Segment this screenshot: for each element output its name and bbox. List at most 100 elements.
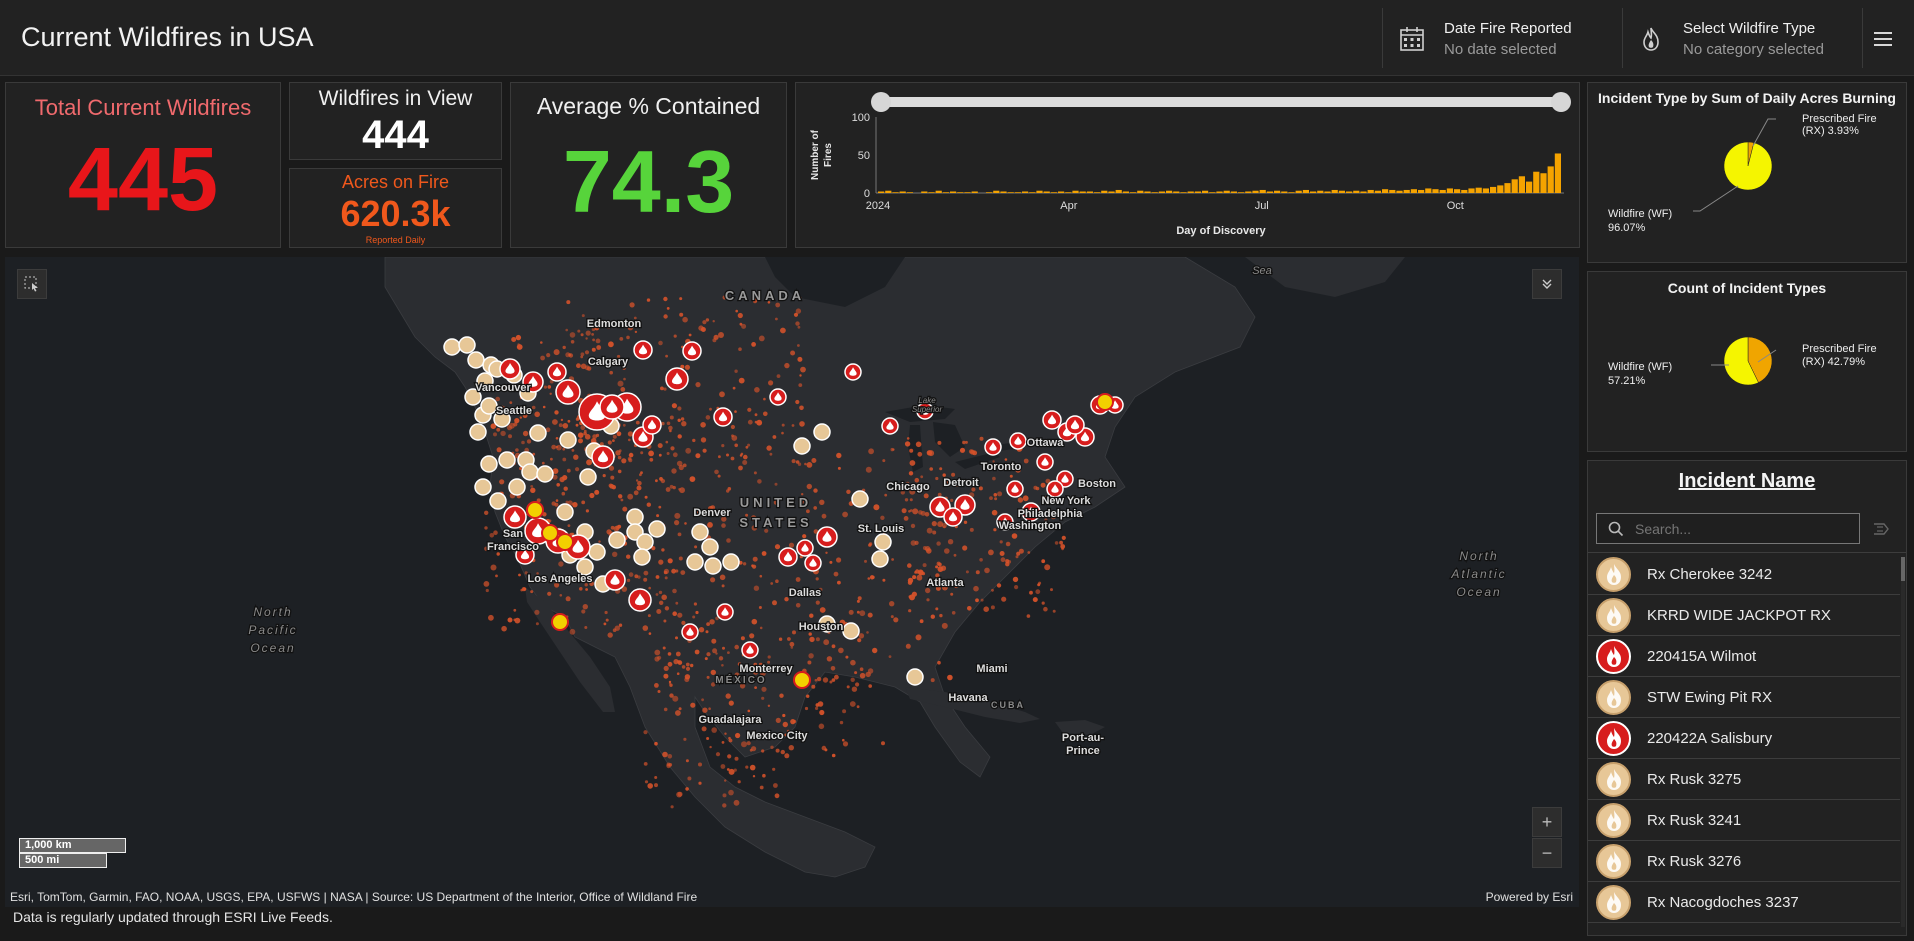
wildfire-marker[interactable]	[741, 641, 759, 659]
timeline-bar[interactable]	[942, 192, 949, 193]
timeline-bar[interactable]	[1490, 186, 1497, 193]
timeline-bar[interactable]	[878, 191, 885, 193]
timeline-bar[interactable]	[1252, 190, 1259, 193]
prescribed-fire-marker[interactable]	[474, 478, 492, 496]
wildfire-marker[interactable]	[628, 588, 652, 612]
incident-search-box[interactable]	[1596, 513, 1860, 544]
incident-list-item[interactable]: 220415A Wilmot	[1588, 636, 1900, 677]
wildfire-marker[interactable]	[1065, 415, 1085, 435]
prescribed-fire-marker[interactable]	[701, 538, 719, 556]
timeline-bar[interactable]	[1497, 185, 1504, 193]
contained-fire-marker[interactable]	[551, 613, 569, 631]
timeline-bar[interactable]	[1151, 192, 1158, 193]
date-filter[interactable]: Date Fire Reported No date selected	[1399, 14, 1614, 62]
timeline-bar[interactable]	[1446, 188, 1453, 193]
timeline-bar[interactable]	[993, 190, 1000, 193]
timeline-bar[interactable]	[1382, 189, 1389, 193]
timeline-bar[interactable]	[1072, 190, 1079, 193]
timeline-bar[interactable]	[1166, 190, 1173, 193]
timeline-bar[interactable]	[950, 191, 957, 193]
timeline-bar[interactable]	[1180, 192, 1187, 193]
wildfire-type-filter[interactable]: Select Wildfire Type No category selecte…	[1638, 14, 1853, 62]
timeline-bar[interactable]	[885, 190, 892, 193]
timeline-bar[interactable]	[1266, 191, 1273, 193]
date-range-slider-start-handle[interactable]	[871, 92, 891, 112]
incident-list-item[interactable]: STW Ewing Pit RX	[1588, 677, 1900, 718]
timeline-bar[interactable]	[1022, 191, 1029, 193]
wildfire-marker[interactable]	[682, 341, 702, 361]
wildfire-marker[interactable]	[633, 340, 653, 360]
prescribed-fire-marker[interactable]	[626, 508, 644, 526]
wildfire-marker[interactable]	[555, 379, 581, 405]
prescribed-fire-marker[interactable]	[636, 533, 654, 551]
timeline-bar[interactable]	[1058, 191, 1065, 193]
incident-list-item[interactable]: 220422A Salisbury	[1588, 718, 1900, 759]
wildfire-marker[interactable]	[1009, 432, 1027, 450]
wildfire-marker[interactable]	[713, 407, 733, 427]
wildfire-map[interactable]: CANADA UNITED STATES MÉXICO CUBA North Pacific…	[5, 257, 1579, 907]
incident-search-input[interactable]	[1635, 518, 1850, 540]
zoom-in-button[interactable]: +	[1532, 807, 1562, 837]
prescribed-fire-marker[interactable]	[648, 520, 666, 538]
timeline-bar[interactable]	[1324, 191, 1331, 193]
contained-fire-marker[interactable]	[1096, 393, 1114, 411]
map-canvas[interactable]: CANADAUNITEDSTATESMÉXICOCUBANorthPacific…	[5, 257, 1579, 907]
date-range-slider-track[interactable]	[880, 97, 1560, 107]
timeline-bar[interactable]	[1418, 189, 1425, 193]
timeline-bar[interactable]	[1410, 189, 1417, 193]
timeline-bar[interactable]	[986, 192, 993, 193]
prescribed-fire-marker[interactable]	[842, 622, 860, 640]
timeline-bar[interactable]	[1526, 181, 1533, 193]
timeline-bar[interactable]	[1454, 189, 1461, 193]
timeline-bar[interactable]	[1281, 191, 1288, 193]
timeline-bar[interactable]	[1346, 191, 1353, 193]
timeline-bar[interactable]	[1295, 190, 1302, 193]
timeline-bar[interactable]	[1029, 192, 1036, 193]
wildfire-marker[interactable]	[503, 505, 527, 529]
prescribed-fire-marker[interactable]	[588, 543, 606, 561]
prescribed-fire-marker[interactable]	[469, 423, 487, 441]
timeline-bar[interactable]	[1230, 191, 1237, 193]
wildfire-marker[interactable]	[1042, 410, 1062, 430]
timeline-bar[interactable]	[1036, 190, 1043, 193]
contained-fire-marker[interactable]	[526, 501, 544, 519]
prescribed-fire-marker[interactable]	[608, 531, 626, 549]
timeline-bar[interactable]	[1353, 190, 1360, 193]
timeline-bar[interactable]	[1101, 190, 1108, 193]
timeline-bar[interactable]	[1014, 192, 1021, 193]
timeline-bar[interactable]	[971, 191, 978, 193]
timeline-bar[interactable]	[899, 191, 906, 193]
prescribed-fire-marker[interactable]	[480, 397, 498, 415]
wildfire-marker[interactable]	[604, 569, 626, 591]
attribution-text[interactable]: Esri, TomTom, Garmin, FAO, NOAA, USGS, E…	[10, 890, 697, 904]
wildfire-marker[interactable]	[665, 367, 689, 391]
wildfire-marker[interactable]	[1006, 480, 1024, 498]
collapse-button[interactable]	[1532, 269, 1562, 299]
timeline-bar[interactable]	[1274, 190, 1281, 193]
filter-options-icon[interactable]	[1873, 521, 1891, 537]
menu-button[interactable]	[1866, 24, 1902, 54]
timeline-bar[interactable]	[1302, 189, 1309, 193]
timeline-bar[interactable]	[1000, 191, 1007, 193]
timeline-bar[interactable]	[1360, 191, 1367, 193]
wildfire-marker[interactable]	[796, 539, 814, 557]
wildfire-marker[interactable]	[716, 603, 734, 621]
timeline-bar[interactable]	[1194, 191, 1201, 193]
prescribed-fire-marker[interactable]	[443, 338, 461, 356]
timeline-bar[interactable]	[1468, 188, 1475, 193]
timeline-bar[interactable]	[1065, 192, 1072, 193]
timeline-bar[interactable]	[1317, 190, 1324, 193]
timeline-bar[interactable]	[1374, 190, 1381, 193]
timeline-bar[interactable]	[1130, 192, 1137, 193]
contained-fire-marker[interactable]	[556, 533, 574, 551]
list-scrollbar-thumb[interactable]	[1901, 557, 1905, 581]
prescribed-fire-marker[interactable]	[686, 553, 704, 571]
wildfire-marker[interactable]	[984, 438, 1002, 456]
incident-list-item[interactable]: Rx Rusk 3275	[1588, 759, 1900, 800]
timeline-bar[interactable]	[1209, 192, 1216, 193]
wildfire-marker[interactable]	[599, 394, 625, 420]
timeline-bar[interactable]	[1461, 189, 1468, 193]
timeline-bar[interactable]	[1482, 188, 1489, 193]
timeline-bar[interactable]	[1259, 189, 1266, 193]
prescribed-fire-marker[interactable]	[906, 668, 924, 686]
